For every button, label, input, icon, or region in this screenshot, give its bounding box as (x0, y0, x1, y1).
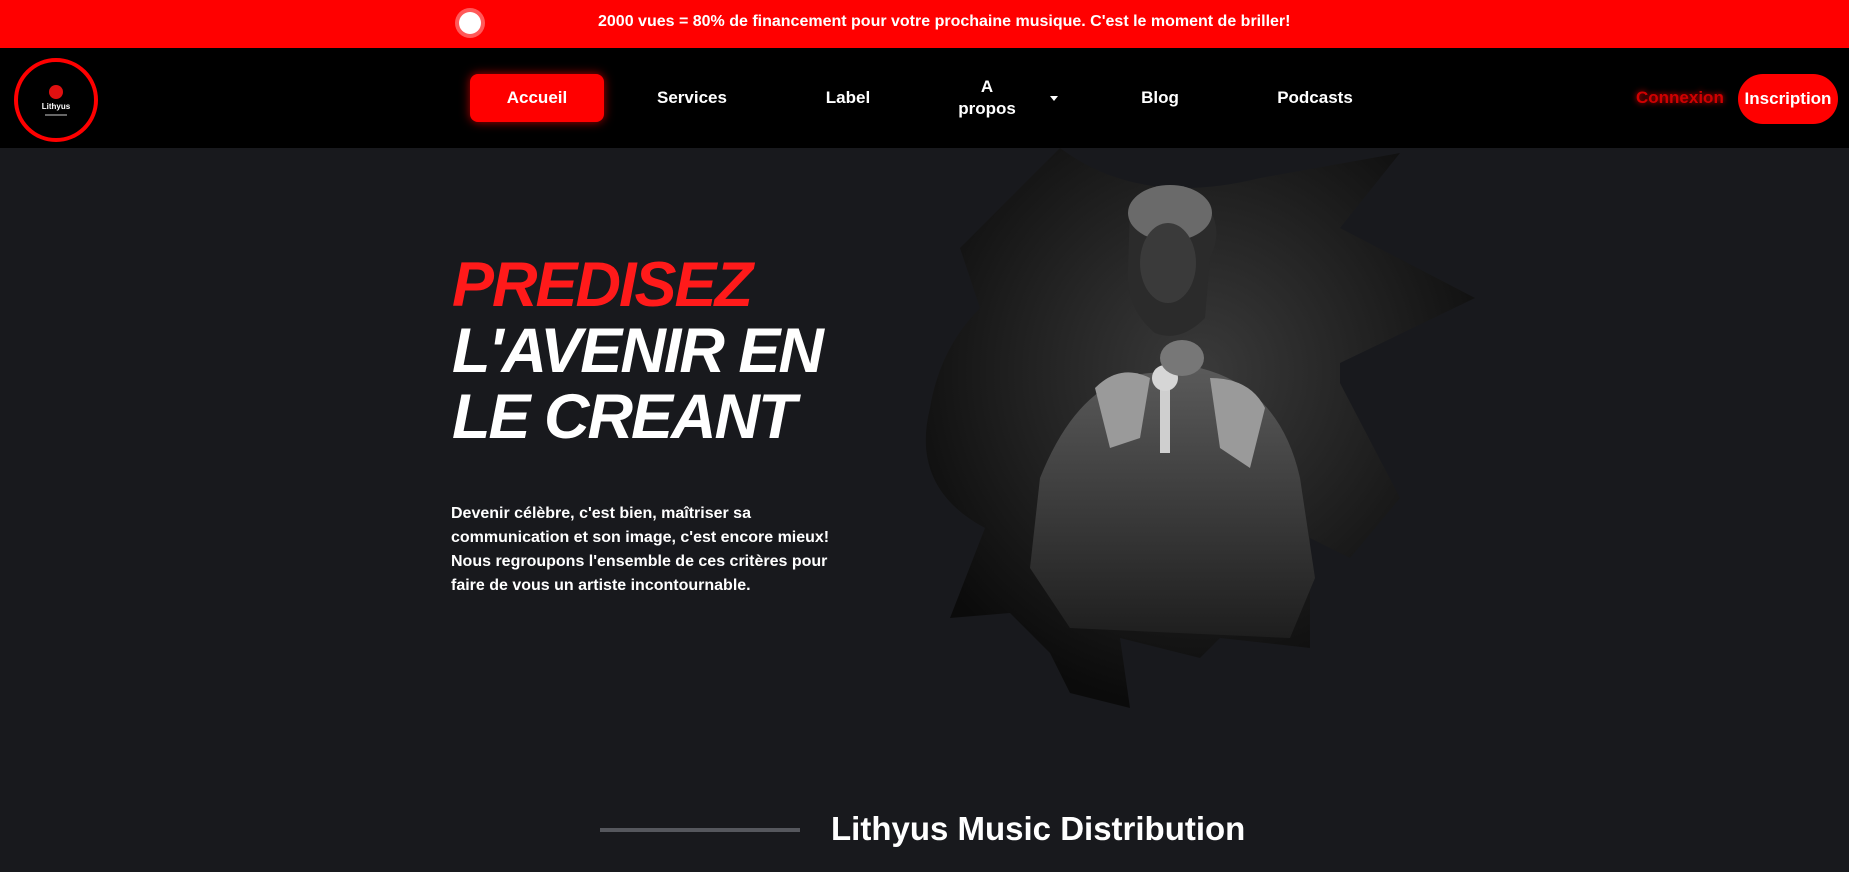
record-icon (49, 84, 63, 99)
logo-text: Lithyus (41, 101, 71, 111)
hero-description: Devenir célèbre, c'est bien, maîtriser s… (451, 505, 830, 594)
login-link[interactable]: Connexion (1636, 48, 1724, 148)
chevron-down-icon[interactable] (1050, 96, 1058, 101)
hero-title-line: LE CREANT (452, 382, 796, 452)
nav-item-podcasts[interactable]: Podcasts (1270, 48, 1360, 148)
hero-title-highlight: PREDISEZ (452, 250, 753, 320)
logo[interactable]: Lithyus (14, 58, 98, 142)
main-navbar: Lithyus Accueil Services Label A propos … (0, 48, 1849, 148)
section-title: Lithyus Music Distribution (831, 810, 1246, 847)
hero-title: PREDISEZ L'AVENIR EN LE CREANT (452, 250, 824, 452)
nav-item-accueil[interactable]: Accueil (470, 74, 604, 122)
nav-item-blog[interactable]: Blog (1120, 48, 1200, 148)
nav-item-services[interactable]: Services (640, 48, 744, 148)
hero-artist-image (925, 148, 1475, 708)
logo-underline (45, 113, 67, 116)
signup-button[interactable]: Inscription (1738, 74, 1838, 124)
promo-text: 2000 vues = 80% de financement pour votr… (598, 13, 1291, 30)
toggle-icon[interactable] (459, 12, 481, 34)
hero-title-line: L'AVENIR EN (452, 316, 824, 386)
section-divider (600, 828, 800, 832)
nav-item-label[interactable]: Label (800, 48, 896, 148)
nav-item-a-propos[interactable]: A propos (955, 76, 1019, 120)
promo-banner: 2000 vues = 80% de financement pour votr… (0, 0, 1849, 48)
